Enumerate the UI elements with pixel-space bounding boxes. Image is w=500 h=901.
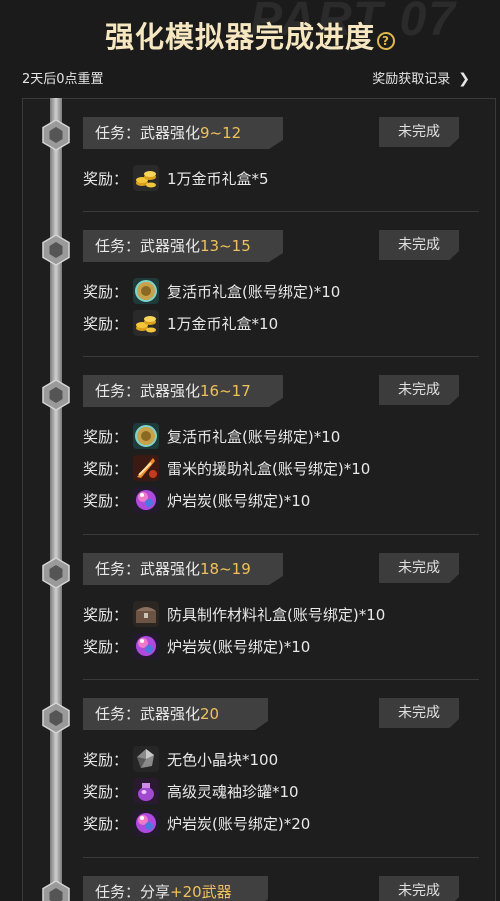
reward-row: 奖励： 炉岩炭(账号绑定)*20 [83,807,310,839]
reward-item-name: 炉岩炭(账号绑定)*10 [167,637,311,656]
task-title: 任务：武器强化20 [83,698,268,730]
reward-row: 奖励： 高级灵魂袖珍罐*10 [83,775,310,807]
armor-material-chest-icon [133,601,159,627]
revive-coin-icon [133,423,159,449]
task-title: 任务：分享+20武器 [83,876,268,901]
reward-list: 奖励： 1万金币礼盒*5 [83,162,269,194]
task-prefix: 任务：武器强化 [95,705,201,723]
task-title: 任务：武器强化16~17 [83,375,283,407]
reward-row: 奖励： 炉岩炭(账号绑定)*10 [83,630,385,662]
reward-list: 奖励： 复活币礼盒(账号绑定)*10 奖励： 1万金币礼盒*10 [83,275,340,339]
divider [83,356,479,357]
reward-label: 奖励： [83,605,129,624]
reward-list: 奖励： 无色小晶块*100 奖励： 高级灵魂袖珍罐*10 奖励： 炉岩炭(账号绑… [83,743,310,839]
reset-countdown: 2天后0点重置 [22,72,104,87]
furnace-coal-icon [133,487,159,513]
hexagon-node-icon [42,234,70,266]
reward-label: 奖励： [83,169,129,188]
hexagon-node-icon [42,880,70,901]
task-title: 任务：武器强化13~15 [83,230,283,262]
reward-row: 奖励： 复活币礼盒(账号绑定)*10 [83,275,340,307]
reward-list: 奖励： 防具制作材料礼盒(账号绑定)*10 奖励： 炉岩炭(账号绑定)*10 [83,598,385,662]
reward-row: 奖励： 炉岩炭(账号绑定)*10 [83,484,370,516]
gold-coins-icon [133,165,159,191]
reward-label: 奖励： [83,314,129,333]
reward-records-link[interactable]: 奖励获取记录 ❯ [372,68,470,87]
status-badge: 未完成 [379,375,459,405]
chevron-right-icon: ❯ [458,71,470,87]
furnace-coal-icon [133,810,159,836]
task-level: 13~15 [200,237,251,255]
divider [83,857,479,858]
task-level: +20武器 [170,883,232,901]
furnace-coal-icon [133,633,159,659]
reward-item-name: 高级灵魂袖珍罐*10 [167,782,299,801]
hexagon-node-icon [42,379,70,411]
reward-row: 奖励： 1万金币礼盒*10 [83,307,340,339]
status-badge: 未完成 [379,553,459,583]
reward-item-name: 1万金币礼盒*10 [167,314,279,333]
page-title-text: 强化模拟器完成进度 [104,20,375,54]
status-badge: 未完成 [379,117,459,147]
task-prefix: 任务：分享 [95,883,171,901]
reward-row: 奖励： 无色小晶块*100 [83,743,310,775]
reward-item-name: 复活币礼盒(账号绑定)*10 [167,427,341,446]
hexagon-node-icon [42,119,70,151]
task-level: 18~19 [200,560,251,578]
task-prefix: 任务：武器强化 [95,560,201,578]
reward-label: 奖励： [83,282,129,301]
remy-aid-icon [133,455,159,481]
task-prefix: 任务：武器强化 [95,382,201,400]
reward-label: 奖励： [83,491,129,510]
status-badge: 未完成 [379,230,459,260]
hexagon-node-icon [42,557,70,589]
reward-row: 奖励： 复活币礼盒(账号绑定)*10 [83,420,370,452]
reward-list: 奖励： 复活币礼盒(账号绑定)*10 奖励： 雷米的援助礼盒(账号绑定)*10 … [83,420,370,516]
hexagon-node-icon [42,702,70,734]
reward-item-name: 1万金币礼盒*5 [167,169,269,188]
task-level: 9~12 [200,124,242,142]
task-prefix: 任务：武器强化 [95,237,201,255]
task-prefix: 任务：武器强化 [95,124,201,142]
reward-row: 奖励： 雷米的援助礼盒(账号绑定)*10 [83,452,370,484]
task-title: 任务：武器强化18~19 [83,553,283,585]
soul-jar-icon [133,778,159,804]
colorless-crystal-icon [133,746,159,772]
progress-rail [50,98,62,901]
status-badge: 未完成 [379,876,459,901]
status-badge: 未完成 [379,698,459,728]
reward-item-name: 防具制作材料礼盒(账号绑定)*10 [167,605,386,624]
reward-item-name: 炉岩炭(账号绑定)*10 [167,491,311,510]
reward-label: 奖励： [83,782,129,801]
reward-label: 奖励： [83,637,129,656]
gold-coins-icon [133,310,159,336]
reward-records-label: 奖励获取记录 [372,72,451,87]
divider [83,679,479,680]
reward-label: 奖励： [83,750,129,769]
task-level: 20 [200,705,220,723]
task-level: 16~17 [200,382,251,400]
reward-label: 奖励： [83,814,129,833]
reward-label: 奖励： [83,427,129,446]
revive-coin-icon [133,278,159,304]
reward-item-name: 雷米的援助礼盒(账号绑定)*10 [167,459,371,478]
reward-item-name: 无色小晶块*100 [167,750,279,769]
reward-label: 奖励： [83,459,129,478]
reward-row: 奖励： 防具制作材料礼盒(账号绑定)*10 [83,598,385,630]
reward-row: 奖励： 1万金币礼盒*5 [83,162,269,194]
reward-item-name: 炉岩炭(账号绑定)*20 [167,814,311,833]
page-title: 强化模拟器完成进度? [0,14,500,56]
task-title: 任务：武器强化9~12 [83,117,283,149]
reward-item-name: 复活币礼盒(账号绑定)*10 [167,282,341,301]
divider [83,534,479,535]
question-circle-icon[interactable]: ? [377,32,395,50]
divider [83,211,479,212]
